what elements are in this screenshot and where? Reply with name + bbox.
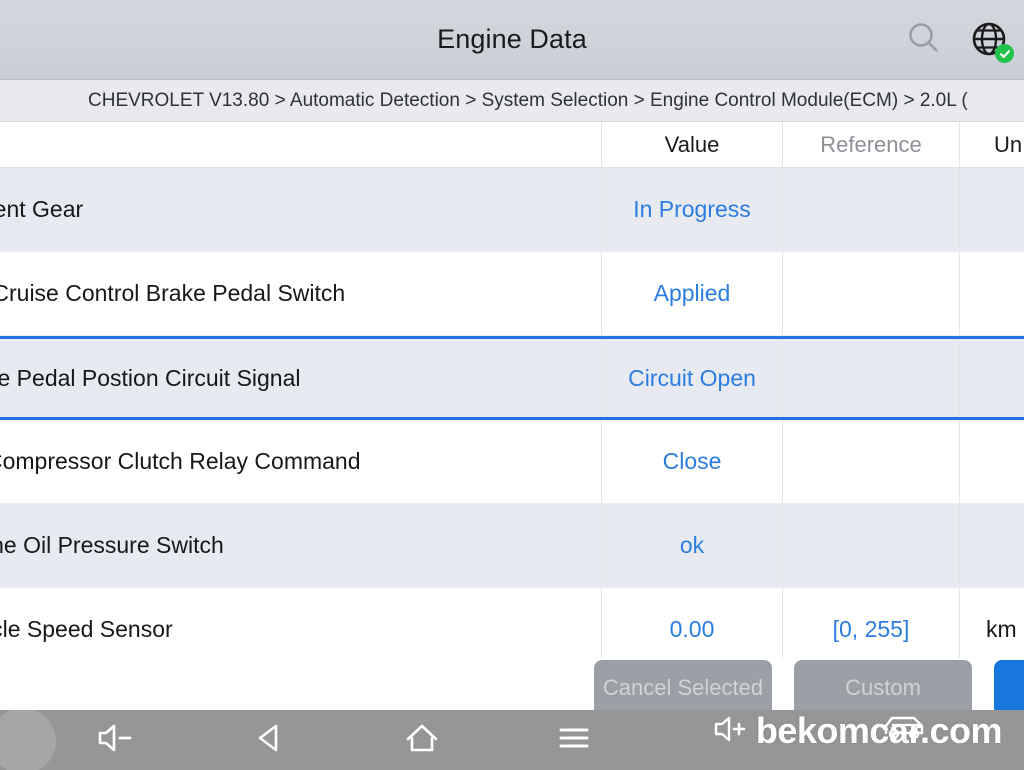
- cell-reference: [782, 252, 959, 335]
- cell-reference: [782, 504, 959, 587]
- parameter-name-text: Compressor Clutch Relay Command: [0, 448, 361, 474]
- language-button[interactable]: [964, 14, 1016, 66]
- nav-menu-button[interactable]: [498, 710, 650, 770]
- header-reference[interactable]: Reference: [782, 122, 959, 167]
- parameter-name-text: rent Gear: [0, 196, 84, 222]
- cell-parameter-name: rent Gear: [0, 168, 601, 251]
- table-row[interactable]: ke Pedal Postion Circuit Signal Circuit O…: [0, 336, 1024, 420]
- engine-data-table[interactable]: Value Reference Un rent GearIn Progress/…: [0, 122, 1024, 680]
- cell-unit: [959, 168, 1024, 251]
- table-row[interactable]: rent Gear In Progress: [0, 168, 1024, 252]
- parameter-name-text: /Cruise Control Brake Pedal Switch: [0, 280, 346, 306]
- header-name: [0, 122, 601, 167]
- cell-parameter-name: Compressor Clutch Relay Command: [0, 420, 601, 503]
- cell-value: Applied: [601, 252, 782, 335]
- table-body: rent Gear In Progress/Cruise Control Brak…: [0, 168, 1024, 672]
- globe-icon: [968, 18, 1014, 63]
- volume-down-icon: [95, 721, 141, 760]
- header-value[interactable]: Value: [601, 122, 782, 167]
- cell-value: In Progress: [601, 168, 782, 251]
- cell-reference: [782, 339, 959, 417]
- page-title: Engine Data: [437, 24, 587, 54]
- cell-value: Circuit Open: [601, 339, 782, 417]
- search-button[interactable]: [898, 14, 950, 66]
- nav-volume-down-button[interactable]: [42, 710, 194, 770]
- custom-button[interactable]: Custom: [794, 660, 972, 716]
- check-badge-icon: [995, 44, 1014, 63]
- search-icon: [904, 18, 944, 63]
- parameter-name-text: icle Speed Sensor: [0, 616, 173, 642]
- android-nav-bar: [0, 708, 1024, 770]
- nav-back-button[interactable]: [194, 710, 346, 770]
- table-row[interactable]: ine Oil Pressure Switch ok: [0, 504, 1024, 588]
- cell-value: ok: [601, 504, 782, 587]
- cell-parameter-name: ke Pedal Postion Circuit Signal: [0, 339, 601, 417]
- titlebar-actions: [898, 0, 1016, 80]
- table-header-row: Value Reference Un: [0, 122, 1024, 168]
- breadcrumb[interactable]: CHEVROLET V13.80 > Automatic Detection >…: [0, 80, 1024, 122]
- breadcrumb-text: CHEVROLET V13.80 > Automatic Detection >…: [88, 89, 968, 111]
- title-bar: Engine Data: [0, 0, 1024, 80]
- table-row[interactable]: /Cruise Control Brake Pedal Switch Applie…: [0, 252, 1024, 336]
- cell-parameter-name: /Cruise Control Brake Pedal Switch: [0, 252, 601, 335]
- cell-parameter-name: ine Oil Pressure Switch: [0, 504, 601, 587]
- primary-action-button[interactable]: [994, 660, 1024, 716]
- menu-icon: [555, 721, 593, 760]
- cell-unit: [959, 504, 1024, 587]
- cell-unit: [959, 420, 1024, 503]
- table-row[interactable]: Compressor Clutch Relay Command Close: [0, 420, 1024, 504]
- header-unit[interactable]: Un: [959, 122, 1024, 167]
- back-icon: [251, 719, 289, 762]
- cell-reference: [782, 168, 959, 251]
- home-icon: [402, 719, 442, 762]
- cell-unit: [959, 339, 1024, 417]
- action-button-bar: Cancel Selected Custom: [0, 658, 1024, 718]
- cell-unit: [959, 252, 1024, 335]
- parameter-name-text: ine Oil Pressure Switch: [0, 532, 224, 558]
- cancel-selected-button[interactable]: Cancel Selected: [594, 660, 772, 716]
- parameter-name-text: ke Pedal Postion Circuit Signal: [0, 364, 301, 391]
- cell-reference: [782, 420, 959, 503]
- diagnostic-app-window: Engine Data CHEVROLET V13.80 > Automatic…: [0, 0, 1024, 770]
- cell-value: Close: [601, 420, 782, 503]
- nav-home-button[interactable]: [346, 710, 498, 770]
